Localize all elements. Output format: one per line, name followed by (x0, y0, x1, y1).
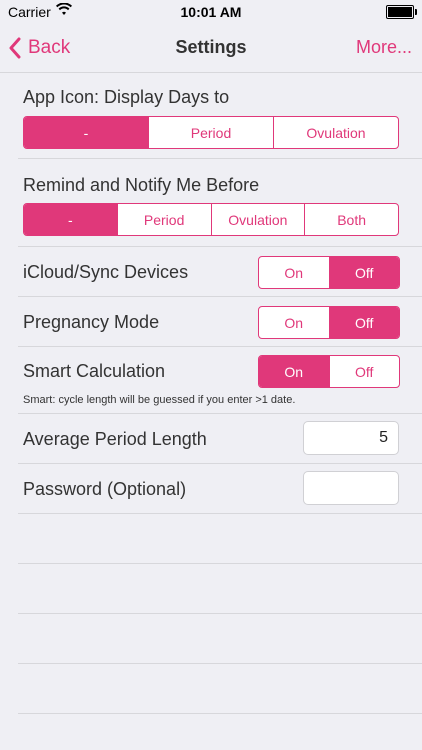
empty-row (18, 664, 422, 714)
battery-icon (386, 5, 417, 19)
empty-row (18, 614, 422, 664)
average-period-row: Average Period Length 5 (18, 414, 422, 464)
icloud-label: iCloud/Sync Devices (23, 262, 189, 282)
remind-segmented-control: - Period Ovulation Both (23, 203, 399, 236)
average-period-field[interactable]: 5 (303, 421, 399, 455)
pregnancy-on-option[interactable]: On (259, 307, 329, 338)
remind-option-period[interactable]: Period (116, 204, 211, 235)
app-icon-label: App Icon: Display Days to (23, 87, 230, 107)
password-row: Password (Optional) (18, 464, 422, 514)
smart-calculation-toggle: On Off (258, 355, 400, 388)
icloud-off-option[interactable]: Off (328, 257, 399, 288)
status-bar: Carrier 10:01 AM (0, 0, 422, 24)
app-icon-option-ovulation[interactable]: Ovulation (273, 117, 398, 148)
smart-calculation-hint: Smart: cycle length will be guessed if y… (23, 394, 296, 406)
password-label: Password (Optional) (23, 479, 187, 499)
app-icon-option-period[interactable]: Period (148, 117, 273, 148)
pregnancy-toggle: On Off (258, 306, 400, 339)
smart-calculation-label: Smart Calculation (23, 361, 166, 381)
app-icon-row: App Icon: Display Days to - Period Ovula… (18, 72, 422, 159)
icloud-toggle: On Off (258, 256, 400, 289)
more-button[interactable]: More... (356, 37, 412, 58)
pregnancy-row: Pregnancy Mode On Off (18, 297, 422, 347)
pregnancy-label: Pregnancy Mode (23, 312, 160, 332)
icloud-row: iCloud/Sync Devices On Off (18, 247, 422, 297)
status-time: 10:01 AM (180, 4, 242, 20)
smart-on-option[interactable]: On (259, 356, 329, 387)
password-field[interactable] (303, 471, 399, 505)
smart-off-option[interactable]: Off (328, 356, 400, 387)
remind-row: Remind and Notify Me Before - Period Ovu… (18, 159, 422, 247)
smart-calculation-row: Smart Calculation On Off Smart: cycle le… (18, 347, 422, 414)
icloud-on-option[interactable]: On (259, 257, 329, 288)
remind-option-ovulation[interactable]: Ovulation (210, 204, 305, 235)
remind-option-both[interactable]: Both (304, 204, 398, 235)
remind-option-none[interactable]: - (24, 204, 117, 235)
pregnancy-off-option[interactable]: Off (328, 307, 399, 338)
remind-label: Remind and Notify Me Before (23, 175, 260, 195)
app-icon-option-none[interactable]: - (24, 117, 148, 148)
app-icon-segmented-control: - Period Ovulation (23, 116, 399, 149)
empty-row (18, 564, 422, 614)
empty-row (18, 514, 422, 564)
navigation-bar: Back Settings More... (0, 24, 422, 73)
average-period-label: Average Period Length (23, 429, 207, 449)
